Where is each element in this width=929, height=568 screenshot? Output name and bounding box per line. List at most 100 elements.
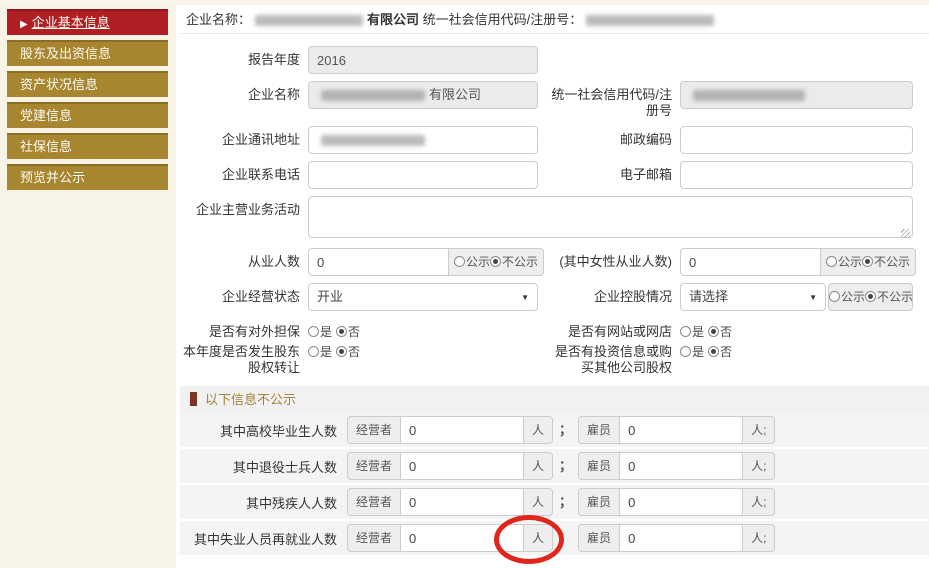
- redacted-company-name: [321, 90, 425, 101]
- no-radio-option[interactable]: 否: [336, 325, 360, 339]
- investment-radios: 是否: [680, 342, 913, 360]
- form-row-equity-transfer: 本年度是否发生股东股权转让 是否 是否有投资信息或购买其他公司股权 是否: [180, 342, 929, 376]
- row-label: 其中高校毕业生人数: [180, 421, 347, 440]
- company-name-suffix: 有限公司: [367, 12, 419, 27]
- radio-selected-icon[interactable]: [336, 326, 347, 337]
- radio-selected-icon[interactable]: [862, 256, 873, 267]
- unit-addon: 人: [524, 416, 553, 444]
- company-name-field-label: 企业名称: [180, 81, 308, 103]
- publish-radio-option[interactable]: 公示: [829, 290, 865, 304]
- group-separator: ；: [553, 452, 578, 480]
- postcode-input[interactable]: [680, 126, 913, 154]
- chevron-down-icon: ▼: [809, 284, 817, 312]
- radio-icon[interactable]: [829, 291, 840, 302]
- unit-addon: 人;: [743, 452, 775, 480]
- main-business-textarea[interactable]: [308, 196, 913, 238]
- phone-label: 企业联系电话: [180, 161, 308, 183]
- email-label: 电子邮箱: [548, 161, 680, 183]
- section-title: 以下信息不公示: [205, 392, 296, 407]
- unit-addon: 人: [524, 452, 553, 480]
- employee-count-input[interactable]: [619, 416, 743, 444]
- website-label: 是否有网站或网店: [548, 318, 680, 340]
- sidebar-item-label: 预览并公示: [20, 170, 85, 185]
- sidebar-item-basic-info[interactable]: ▶企业基本信息: [7, 9, 168, 35]
- publish-radio-option[interactable]: 公示: [826, 255, 862, 269]
- no-publish-radio-option[interactable]: 不公示: [865, 290, 913, 304]
- radio-selected-icon[interactable]: [336, 346, 347, 357]
- female-employees-input[interactable]: [680, 248, 820, 276]
- radio-icon[interactable]: [826, 256, 837, 267]
- operator-group: 经营者 人: [347, 488, 553, 516]
- row-veterans: 其中退役士兵人数 经营者 人 ； 雇员 人;: [180, 449, 929, 485]
- sidebar: ▶企业基本信息 股东及出资信息 资产状况信息 党建信息 社保信息 预览并公示: [0, 5, 176, 568]
- email-input[interactable]: [680, 161, 913, 189]
- operator-group: 经营者 人: [347, 524, 553, 552]
- yes-radio-option[interactable]: 是: [680, 345, 704, 359]
- sidebar-item-social-security[interactable]: 社保信息: [7, 133, 168, 159]
- no-publish-radio-option[interactable]: 不公示: [862, 255, 910, 269]
- operator-count-input[interactable]: [400, 524, 524, 552]
- employee-count-input[interactable]: [619, 488, 743, 516]
- operator-count-input[interactable]: [400, 452, 524, 480]
- employee-group: 雇员 人;: [578, 488, 775, 516]
- row-label: 其中退役士兵人数: [180, 457, 347, 476]
- radio-icon[interactable]: [308, 346, 319, 357]
- no-radio-option[interactable]: 否: [708, 325, 732, 339]
- business-status-select[interactable]: 开业▼: [308, 283, 538, 311]
- basic-info-form: 报告年度 企业名称 有限公司 统一社会信用代码/注册号 企业通讯地址 邮政编码 …: [180, 34, 929, 568]
- address-input[interactable]: [308, 126, 538, 154]
- row-label: 其中残疾人人数: [180, 493, 347, 512]
- sidebar-item-assets[interactable]: 资产状况信息: [7, 71, 168, 97]
- female-employees-publicity-radios: 公示不公示: [820, 248, 916, 276]
- group-separator: ；: [553, 524, 578, 552]
- radio-selected-icon[interactable]: [708, 326, 719, 337]
- redacted-address: [321, 135, 425, 146]
- row-reemployed-persons: 其中失业人员再就业人数 经营者 人 ； 雇员 人;: [180, 521, 929, 557]
- radio-selected-icon[interactable]: [490, 256, 501, 267]
- yes-radio-option[interactable]: 是: [680, 325, 704, 339]
- holding-status-publicity-radios: 公示不公示: [828, 283, 913, 311]
- company-name-input[interactable]: 有限公司: [308, 81, 538, 109]
- sidebar-item-party-building[interactable]: 党建信息: [7, 102, 168, 128]
- operator-group: 经营者 人: [347, 452, 553, 480]
- operator-addon: 经营者: [347, 416, 400, 444]
- form-row-report-year: 报告年度: [180, 46, 929, 74]
- operator-count-input[interactable]: [400, 416, 524, 444]
- employee-count-input[interactable]: [619, 452, 743, 480]
- sidebar-item-shareholders[interactable]: 股东及出资信息: [7, 40, 168, 66]
- active-arrow-icon: ▶: [20, 19, 28, 30]
- publish-radio-option[interactable]: 公示: [454, 255, 490, 269]
- yes-radio-option[interactable]: 是: [308, 345, 332, 359]
- employee-addon: 雇员: [578, 488, 619, 516]
- main-content: 企业名称：有限公司 统一社会信用代码/注册号： 报告年度 企业名称 有限公司 统…: [180, 5, 929, 568]
- phone-input[interactable]: [308, 161, 538, 189]
- employee-addon: 雇员: [578, 452, 619, 480]
- no-radio-option[interactable]: 否: [708, 345, 732, 359]
- form-row-phone: 企业联系电话 电子邮箱: [180, 161, 929, 189]
- section-marker-bar-icon: [190, 392, 197, 406]
- radio-icon[interactable]: [454, 256, 465, 267]
- company-name-label: 企业名称：: [186, 12, 251, 27]
- investment-label: 是否有投资信息或购买其他公司股权: [548, 342, 680, 376]
- no-publish-radio-option[interactable]: 不公示: [490, 255, 538, 269]
- no-radio-option[interactable]: 否: [336, 345, 360, 359]
- guarantee-label: 是否有对外担保: [180, 318, 308, 340]
- radio-icon[interactable]: [680, 346, 691, 357]
- sidebar-item-preview-publish[interactable]: 预览并公示: [7, 164, 168, 190]
- credit-code-input[interactable]: [680, 81, 913, 109]
- report-year-input[interactable]: [308, 46, 538, 74]
- holding-status-label: 企业控股情况: [548, 283, 680, 305]
- radio-selected-icon[interactable]: [708, 346, 719, 357]
- radio-icon[interactable]: [680, 326, 691, 337]
- group-separator: ；: [553, 416, 578, 444]
- radio-icon[interactable]: [308, 326, 319, 337]
- redacted-company-name: [255, 15, 363, 26]
- operator-count-input[interactable]: [400, 488, 524, 516]
- yes-radio-option[interactable]: 是: [308, 325, 332, 339]
- form-row-company-name: 企业名称 有限公司 统一社会信用代码/注册号: [180, 81, 929, 119]
- employee-count-input[interactable]: [619, 524, 743, 552]
- employees-input[interactable]: [308, 248, 448, 276]
- holding-status-select[interactable]: 请选择▼: [680, 283, 826, 311]
- radio-selected-icon[interactable]: [865, 291, 876, 302]
- operator-addon: 经营者: [347, 452, 400, 480]
